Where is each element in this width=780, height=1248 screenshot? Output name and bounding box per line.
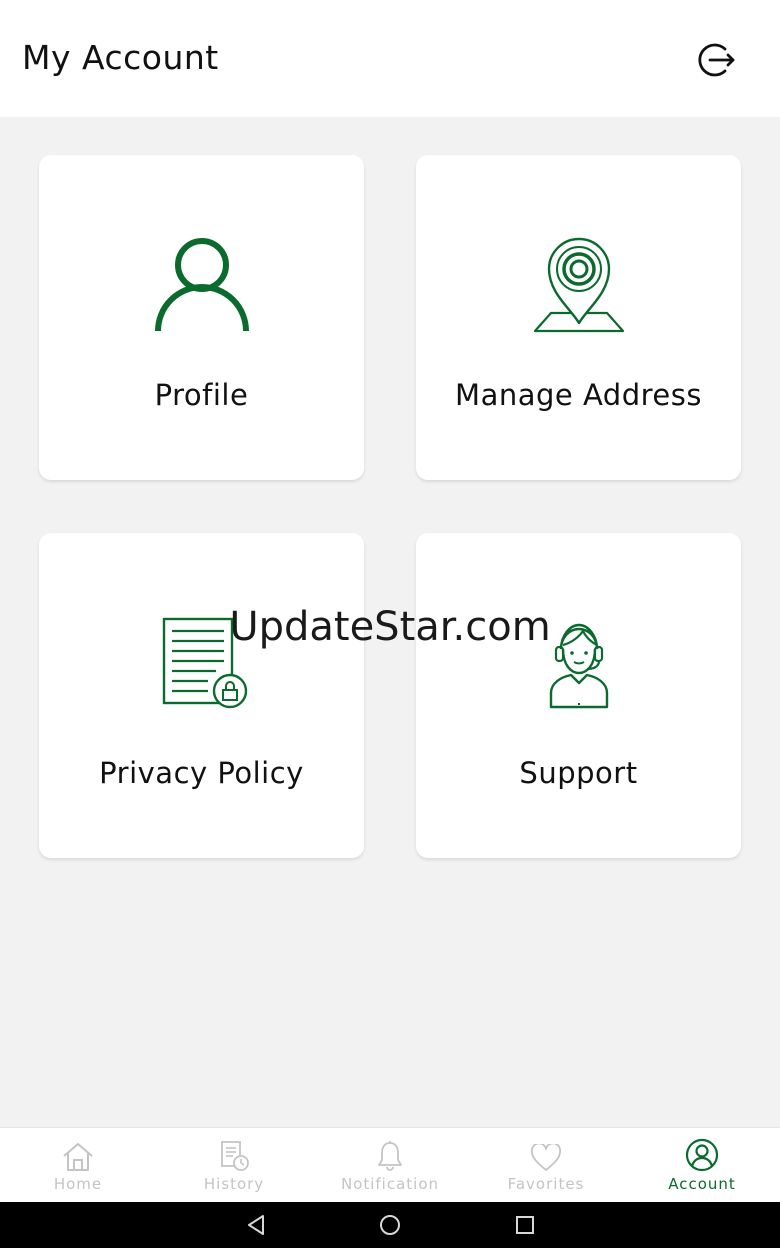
home-circle-icon [380, 1215, 400, 1235]
recents-icon [516, 1216, 534, 1234]
document-lock-icon [162, 617, 247, 709]
privacy-policy-card[interactable]: Privacy Policy [39, 533, 364, 858]
privacy-icon-wrap [39, 615, 364, 711]
app-screen: My Account Profile Manage Address Privac… [0, 0, 780, 1248]
system-recents-button[interactable] [513, 1213, 537, 1237]
profile-label: Profile [154, 378, 249, 412]
system-back-button[interactable] [244, 1213, 268, 1237]
nav-item-account[interactable]: Account [624, 1128, 780, 1202]
profile-card[interactable]: Profile [39, 155, 364, 480]
nav-icon-wrap [376, 1138, 404, 1172]
location-pin-icon [533, 237, 624, 333]
nav-item-history[interactable]: History [156, 1128, 312, 1202]
nav-item-home[interactable]: Home [0, 1128, 156, 1202]
system-home-button[interactable] [378, 1213, 402, 1237]
support-card[interactable]: Support [416, 533, 741, 858]
header: My Account [0, 0, 780, 117]
nav-icon-wrap [530, 1138, 562, 1172]
nav-item-favorites[interactable]: Favorites [468, 1128, 624, 1202]
bottom-nav: Home History Notification Favorites Acco… [0, 1127, 780, 1202]
profile-icon-wrap [39, 237, 364, 333]
support-agent-icon [549, 623, 608, 709]
nav-item-notification[interactable]: Notification [312, 1128, 468, 1202]
support-label: Support [519, 756, 638, 790]
address-icon-wrap [416, 237, 741, 333]
logout-icon [698, 43, 735, 77]
logout-button[interactable] [692, 36, 740, 84]
nav-label-favorites: Favorites [507, 1175, 585, 1193]
heart-icon [530, 1144, 562, 1171]
home-icon [63, 1143, 93, 1171]
privacy-policy-label: Privacy Policy [99, 756, 304, 790]
system-nav-bar [0, 1202, 780, 1248]
page-title: My Account [22, 38, 219, 77]
manage-address-label: Manage Address [455, 378, 702, 412]
support-icon-wrap [416, 615, 741, 711]
nav-label-notification: Notification [340, 1175, 440, 1193]
nav-icon-wrap [218, 1138, 250, 1172]
account-icon [685, 1138, 719, 1172]
nav-icon-wrap [685, 1138, 719, 1172]
nav-label-account: Account [668, 1175, 736, 1193]
nav-label-history: History [203, 1175, 265, 1193]
bell-icon [378, 1141, 402, 1171]
history-icon [221, 1141, 249, 1171]
manage-address-card[interactable]: Manage Address [416, 155, 741, 480]
back-icon [248, 1215, 264, 1235]
nav-icon-wrap [62, 1138, 94, 1172]
person-icon [154, 238, 249, 332]
nav-label-home: Home [53, 1175, 103, 1193]
